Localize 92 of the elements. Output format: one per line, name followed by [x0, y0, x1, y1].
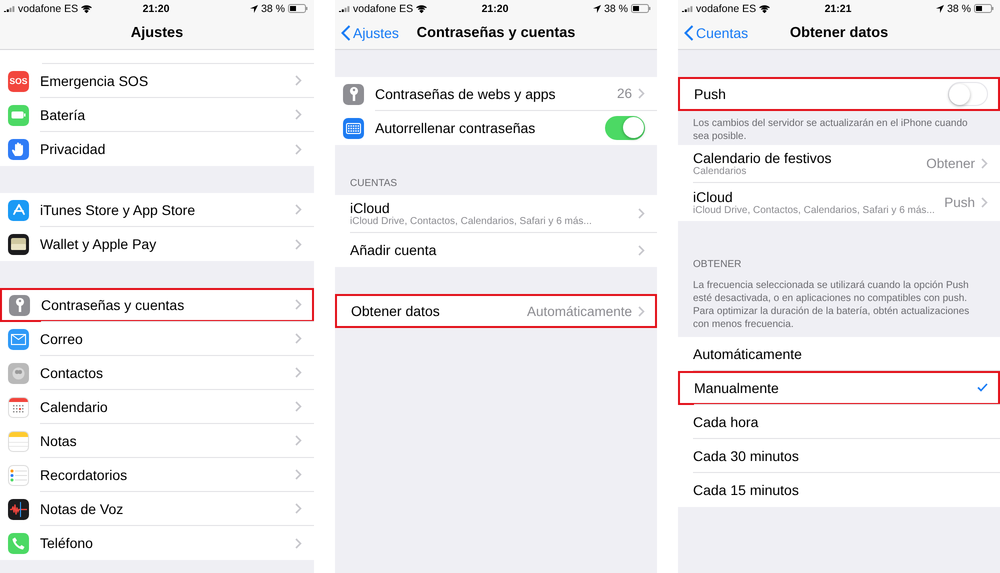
chevron-left-icon	[341, 25, 351, 41]
battery-icon	[631, 4, 652, 13]
row-label: Añadir cuenta	[350, 242, 438, 258]
row-label: Contraseñas y cuentas	[41, 296, 186, 312]
clock-time: 21:21	[824, 2, 852, 14]
row-value: Obtener	[926, 156, 975, 171]
row-label: Push	[694, 86, 727, 102]
chevron-left-icon	[684, 25, 694, 41]
toggle-switch[interactable]	[948, 82, 988, 106]
chevron-icon	[295, 367, 302, 378]
row-label: Calendario	[40, 398, 109, 414]
settings-row[interactable]: Contraseñas y cuentas	[0, 288, 314, 322]
chevron-icon	[295, 538, 302, 548]
chevron-icon	[638, 208, 645, 219]
battery-icon	[288, 4, 308, 13]
signal-icon	[4, 5, 15, 12]
row-label: Emergencia SOS	[40, 72, 150, 88]
battery-percent: 38 %	[604, 2, 628, 14]
row-subtitle: iCloud Drive, Contactos, Calendarios, Safari y 6 más...	[350, 216, 593, 227]
chevron-icon	[295, 333, 302, 344]
chevron-icon	[638, 306, 645, 316]
chevron-icon	[295, 204, 302, 215]
signal-icon	[682, 5, 693, 12]
emergency-icon: SOS	[8, 70, 29, 92]
chevron-icon	[295, 401, 302, 412]
battery-icon	[974, 4, 994, 13]
chevron-icon	[295, 238, 302, 250]
carrier-name: vodafone ES	[18, 2, 78, 14]
row-label: Automáticamente	[693, 346, 803, 362]
row-label: Notas	[40, 432, 78, 448]
row-label: Cada 15 minutos	[693, 482, 800, 498]
screen-title: Obtener datos	[790, 25, 888, 41]
row-label: Manualmente	[694, 380, 780, 396]
section-header: CUENTAS	[350, 178, 398, 189]
row-label: iTunes Store y App Store	[40, 202, 196, 218]
row-label: iCloud	[693, 188, 734, 204]
carrier-name: vodafone ES	[696, 2, 756, 14]
row-label: Contraseñas de webs y apps	[375, 86, 557, 102]
row-label: Obtener datos	[351, 303, 441, 319]
chevron-icon	[638, 88, 645, 99]
row-value: Automáticamente	[526, 304, 632, 318]
row-label: Wallet y Apple Pay	[40, 236, 158, 252]
row-label: Teléfono	[40, 535, 94, 551]
chevron-icon	[295, 144, 302, 154]
back-button[interactable]: Ajustes	[341, 25, 399, 41]
chevron-icon	[295, 109, 302, 120]
location-arrow-icon	[250, 4, 258, 12]
checkmark-icon	[977, 383, 988, 392]
row-label: Correo	[40, 330, 84, 346]
location-arrow-icon	[936, 4, 944, 12]
row-label: Contactos	[40, 364, 104, 380]
row-label: Calendario de festivos	[693, 150, 833, 166]
chevron-icon	[295, 435, 302, 446]
row-subtitle: iCloud Drive, Contactos, Calendarios, Safari y 6 más...	[693, 204, 936, 216]
row-value: 26	[616, 86, 632, 101]
settings-row[interactable]: Manualmente	[678, 371, 1000, 405]
row-label: Autorrellenar contraseñas	[375, 120, 536, 136]
clock-time: 21:20	[142, 2, 170, 14]
row-label: Batería	[40, 106, 86, 122]
section-note: La frecuencia seleccionada se utilizará cuando la opción Push esté desactivada, o en aplicaciones no compatibles con push. Para optimizar la duración de la batería, obtén actualizaciones con menos frecuencia.	[693, 279, 970, 331]
row-label: Recordatorios	[40, 466, 128, 482]
section-footer: Los cambios del servidor se actualizarán en el iPhone cuando sea posible.	[678, 111, 1000, 143]
toggle-switch[interactable]	[605, 116, 645, 140]
chevron-icon	[295, 503, 302, 514]
row-label: iCloud	[350, 200, 391, 216]
chevron-icon	[981, 196, 988, 208]
section-header: OBTENER	[693, 259, 742, 270]
wifi-icon	[81, 4, 92, 12]
chevron-icon	[981, 158, 988, 169]
row-subtitle: Calendarios	[693, 166, 748, 177]
battery-percent: 38 %	[261, 2, 286, 14]
location-arrow-icon	[593, 4, 602, 12]
wifi-icon	[416, 4, 428, 12]
screen-title: Contraseñas y cuentas	[416, 25, 576, 41]
chevron-icon	[295, 75, 302, 86]
wifi-icon	[759, 4, 770, 12]
row-label: Cada hora	[693, 414, 760, 430]
chevron-icon	[638, 244, 645, 256]
clock-time: 21:20	[482, 2, 508, 14]
battery-percent: 38 %	[947, 2, 972, 14]
carrier-name: vodafone ES	[353, 2, 414, 14]
back-button[interactable]: Cuentas	[684, 25, 748, 41]
row-label: Cada 30 minutos	[693, 448, 800, 464]
row-label: Privacidad	[40, 141, 106, 157]
signal-icon	[339, 5, 350, 12]
chevron-icon	[295, 299, 302, 310]
screen-title: Ajustes	[130, 25, 184, 41]
row-value: Push	[944, 194, 975, 210]
settings-row[interactable]: Obtener datos Automáticamente	[335, 294, 657, 328]
settings-row[interactable]: Push	[678, 77, 1000, 111]
chevron-icon	[295, 469, 302, 480]
row-label: Notas de Voz	[40, 500, 124, 516]
